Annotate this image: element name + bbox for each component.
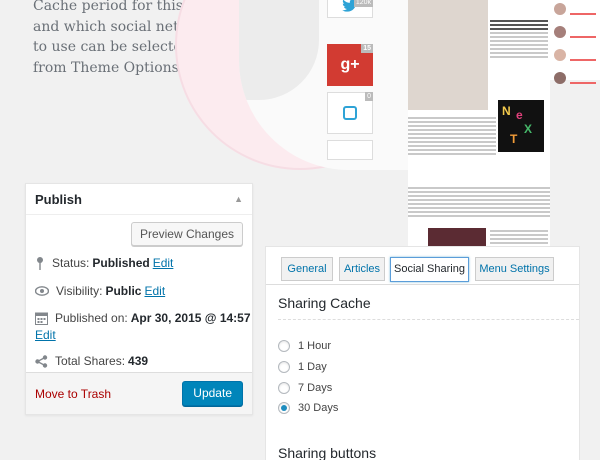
cache-option-selected[interactable]: 30 Days [278,402,338,414]
calendar-icon [35,312,48,325]
cube-letter: X [524,122,533,136]
next-logo-cube: N e X T [498,100,544,152]
preview-sidebar [550,0,600,84]
edit-status-link[interactable]: Edit [153,256,174,270]
cache-option-label: 30 Days [298,402,339,414]
cache-option-label: 1 Hour [298,340,332,352]
cube-letter: N [502,104,511,118]
instagram-share-button: 0 [327,92,373,134]
status-label: Status: [52,256,90,270]
visibility-row: Visibility: Public Edit [35,284,165,298]
section-divider [278,319,579,320]
tab-social-sharing[interactable]: Social Sharing [390,257,469,282]
article-text-block [490,18,548,60]
share-buttons-preview: 120k 15 g+ 0 [327,0,373,166]
preview-changes-button[interactable]: Preview Changes [130,222,243,246]
gplus-icon: g+ [340,56,360,73]
update-button[interactable]: Update [182,381,243,406]
theme-options-panel: General Articles Social Sharing Menu Set… [265,246,580,460]
visibility-label: Visibility: [56,284,103,298]
status-value: Published [92,256,150,270]
preview-figure [239,0,319,100]
cache-option-label: 7 Days [298,382,333,394]
article-image [408,0,488,110]
gplus-share-button: 15 g+ [327,44,373,86]
status-row: Status: Published Edit [35,256,173,270]
total-shares-row: Total Shares: 439 [35,354,148,368]
tab-articles[interactable]: Articles [339,257,385,281]
publish-footer: Move to Trash Update [26,372,252,414]
instagram-icon [343,106,357,120]
cache-option-label: 1 Day [298,361,327,373]
move-to-trash-link[interactable]: Move to Trash [35,387,111,401]
article-text-block [408,115,496,157]
published-row: Published on: Apr 30, 2015 @ 14:57 [35,311,251,325]
cube-letter: T [510,132,518,146]
total-shares-value: 439 [128,354,149,368]
published-label: Published on: [55,311,128,325]
publish-title: Publish [35,191,82,207]
eye-icon [35,286,49,296]
cache-option[interactable]: 1 Hour [278,340,331,352]
cube-letter: e [516,108,523,122]
publish-header[interactable]: Publish ▲ [26,184,252,215]
collapse-arrow-icon[interactable]: ▲ [234,194,243,204]
tab-bar: General Articles Social Sharing Menu Set… [266,247,579,285]
radio-button[interactable] [278,340,290,352]
edit-visibility-link[interactable]: Edit [144,284,165,298]
article-text-block [408,185,550,219]
share-button-placeholder [327,140,373,160]
sharing-buttons-title: Sharing buttons [278,445,377,460]
published-value: Apr 30, 2015 @ 14:57 [130,311,251,325]
tab-general[interactable]: General [281,257,333,281]
radio-button[interactable] [278,382,290,394]
publish-box: Publish ▲ Preview Changes Status: Publis… [25,183,253,415]
instagram-count: 0 [365,92,373,101]
total-shares-label: Total Shares: [55,354,126,368]
article-text-block [490,228,548,246]
sharing-cache-title: Sharing Cache [278,295,371,311]
visibility-value: Public [105,284,142,298]
edit-published-link[interactable]: Edit [35,328,56,342]
radio-button[interactable] [278,361,290,373]
twitter-count: 120k [353,0,373,7]
radio-button-checked[interactable] [278,402,290,414]
cache-option[interactable]: 7 Days [278,382,332,394]
share-icon [35,354,48,368]
gplus-count: 15 [361,44,373,53]
pin-icon [37,257,43,270]
tab-menu-settings[interactable]: Menu Settings [475,257,554,281]
twitter-share-button: 120k [327,0,373,18]
cache-option[interactable]: 1 Day [278,361,327,373]
